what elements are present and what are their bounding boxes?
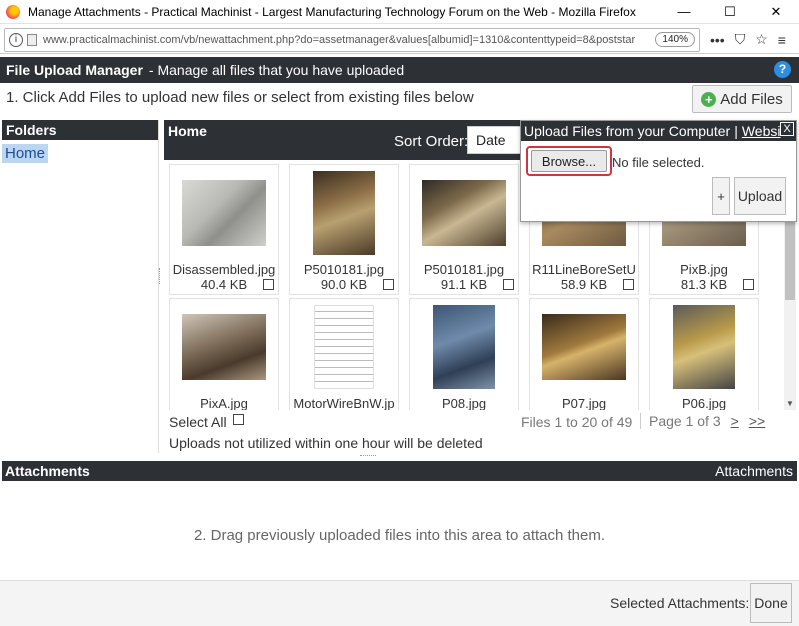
url-bar: i www.practicalmachinist.com/vb/newattac… <box>0 26 799 54</box>
add-icon: + <box>701 91 717 107</box>
file-name: P5010181.jpg <box>303 262 385 277</box>
add-files-button[interactable]: + Add Files <box>692 85 792 113</box>
next-page-link[interactable]: > <box>731 413 739 429</box>
add-more-files-button[interactable]: + <box>712 177 730 215</box>
bookmark-star-icon[interactable]: ☆ <box>755 31 768 48</box>
upload-manager-title: File Upload Manager <box>6 62 143 78</box>
folder-item-home[interactable]: Home <box>2 144 49 163</box>
file-tile[interactable]: P5010181.jpg 91.1 KB <box>409 164 519 295</box>
maximize-button[interactable]: ☐ <box>707 0 753 24</box>
file-name: MotorWireBnW.jp <box>293 396 395 410</box>
file-grid-footer: Select All Files 1 to 20 of 49 Page 1 of… <box>164 410 797 454</box>
close-icon[interactable]: X <box>780 122 794 136</box>
firefox-icon <box>6 4 20 19</box>
file-name: P08.jpg <box>441 396 487 410</box>
upload-from-website-tab[interactable]: Websi <box>742 123 781 139</box>
select-all-label: Select All <box>169 414 227 430</box>
thumbnail-image <box>313 170 375 255</box>
thumbnail-image <box>182 179 266 246</box>
window-title: Manage Attachments - Practical Machinist… <box>28 4 636 19</box>
attachments-title: Attachments <box>5 463 90 479</box>
file-size: 40.4 KB <box>200 277 248 292</box>
close-window-button[interactable]: ✕ <box>753 0 799 24</box>
done-button[interactable]: Done <box>750 583 792 623</box>
file-tile[interactable]: P08.jpg <box>409 298 519 410</box>
selected-attachments-label: Selected Attachments: <box>610 595 750 611</box>
horizontal-splitter[interactable] <box>360 455 376 458</box>
vertical-splitter[interactable] <box>159 268 162 284</box>
upload-manager-subtitle: - Manage all files that you have uploade… <box>148 62 405 78</box>
info-icon[interactable]: i <box>9 32 23 47</box>
attachments-header: Attachments Attachments <box>2 461 797 481</box>
thumbnail-image <box>182 313 266 380</box>
thumbnail-image <box>433 304 495 389</box>
file-checkbox[interactable] <box>623 279 634 290</box>
attachments-footer: Selected Attachments: Done <box>0 580 799 626</box>
scroll-down-icon[interactable]: ▼ <box>786 399 794 408</box>
file-tile[interactable]: P5010181.jpg 90.0 KB <box>289 164 399 295</box>
pager: Page 1 of 3 > >> <box>640 413 765 429</box>
file-size: 90.0 KB <box>320 277 368 292</box>
last-page-link[interactable]: >> <box>749 413 765 429</box>
file-checkbox[interactable] <box>383 279 394 290</box>
file-tile[interactable]: P07.jpg <box>529 298 639 410</box>
thumbnail-image <box>673 304 735 389</box>
thumbnail-image <box>314 304 374 389</box>
page-actions-icon[interactable]: ••• <box>710 32 725 48</box>
upload-panel-header: Upload Files from your Computer | Websi <box>521 121 796 141</box>
minimize-button[interactable]: — <box>661 0 707 24</box>
file-size: 58.9 KB <box>560 277 608 292</box>
file-grid-scrollbar[interactable]: ▼ <box>784 200 796 410</box>
address-field[interactable]: i www.practicalmachinist.com/vb/newattac… <box>4 27 700 52</box>
upload-manager-header: File Upload Manager - Manage all files t… <box>0 57 799 83</box>
folders-panel: Folders Home <box>2 120 159 453</box>
page-indicator: Page 1 of 3 <box>649 413 721 429</box>
file-name: PixB.jpg <box>680 262 728 277</box>
file-checkbox[interactable] <box>503 279 514 290</box>
pocket-icon[interactable]: ⛉ <box>735 31 746 48</box>
home-pane-title: Home <box>168 123 207 139</box>
page-icon <box>27 33 37 46</box>
sort-order-label: Sort Order: <box>394 133 469 150</box>
files-count: Files 1 to 20 of 49 <box>521 414 633 430</box>
sort-order-select[interactable]: Date <box>467 126 523 154</box>
attachments-drop-area[interactable]: 2. Drag previously uploaded files into t… <box>0 527 799 544</box>
upload-from-computer-tab[interactable]: Upload Files from your Computer <box>524 123 730 139</box>
menu-icon[interactable]: ≡ <box>778 32 786 48</box>
file-tile[interactable]: P06.jpg <box>649 298 759 410</box>
add-files-label: Add Files <box>720 90 783 108</box>
file-name: P5010181.jpg <box>423 262 505 277</box>
url-text[interactable]: www.practicalmachinist.com/vb/newattachm… <box>43 34 655 46</box>
file-name: R11LineBoreSetU <box>532 262 636 277</box>
upload-files-panel: Upload Files from your Computer | Websi X … <box>520 120 797 222</box>
file-tile[interactable]: Disassembled.jpg 40.4 KB <box>169 164 279 295</box>
file-name: P06.jpg <box>681 396 727 410</box>
file-tile[interactable]: PixA.jpg <box>169 298 279 410</box>
browse-button[interactable]: Browse... <box>531 150 607 172</box>
folders-header: Folders <box>2 120 158 140</box>
file-checkbox[interactable] <box>743 279 754 290</box>
file-checkbox[interactable] <box>263 279 274 290</box>
file-name: Disassembled.jpg <box>172 262 276 277</box>
select-all-checkbox[interactable] <box>232 413 244 425</box>
attachments-right-label: Attachments <box>715 463 793 479</box>
select-all[interactable]: Select All <box>169 413 244 430</box>
file-tile[interactable]: MotorWireBnW.jp <box>289 298 399 410</box>
file-size: 91.1 KB <box>440 277 488 292</box>
zoom-level[interactable]: 140% <box>655 32 695 47</box>
scrollbar-thumb[interactable] <box>785 220 795 300</box>
upload-button[interactable]: Upload <box>734 177 786 215</box>
window-titlebar: Manage Attachments - Practical Machinist… <box>0 0 799 24</box>
tab-separator: | <box>734 123 738 139</box>
file-size: 81.3 KB <box>680 277 728 292</box>
thumbnail-image <box>422 179 506 246</box>
no-file-selected-text: No file selected. <box>612 155 705 170</box>
file-name: PixA.jpg <box>200 396 248 410</box>
file-name: P07.jpg <box>561 396 607 410</box>
step1-instruction: 1. Click Add Files to upload new files o… <box>6 89 474 106</box>
upload-notice: Uploads not utilized within one hour wil… <box>169 435 483 451</box>
help-icon[interactable]: ? <box>774 61 791 78</box>
thumbnail-image <box>542 313 626 380</box>
